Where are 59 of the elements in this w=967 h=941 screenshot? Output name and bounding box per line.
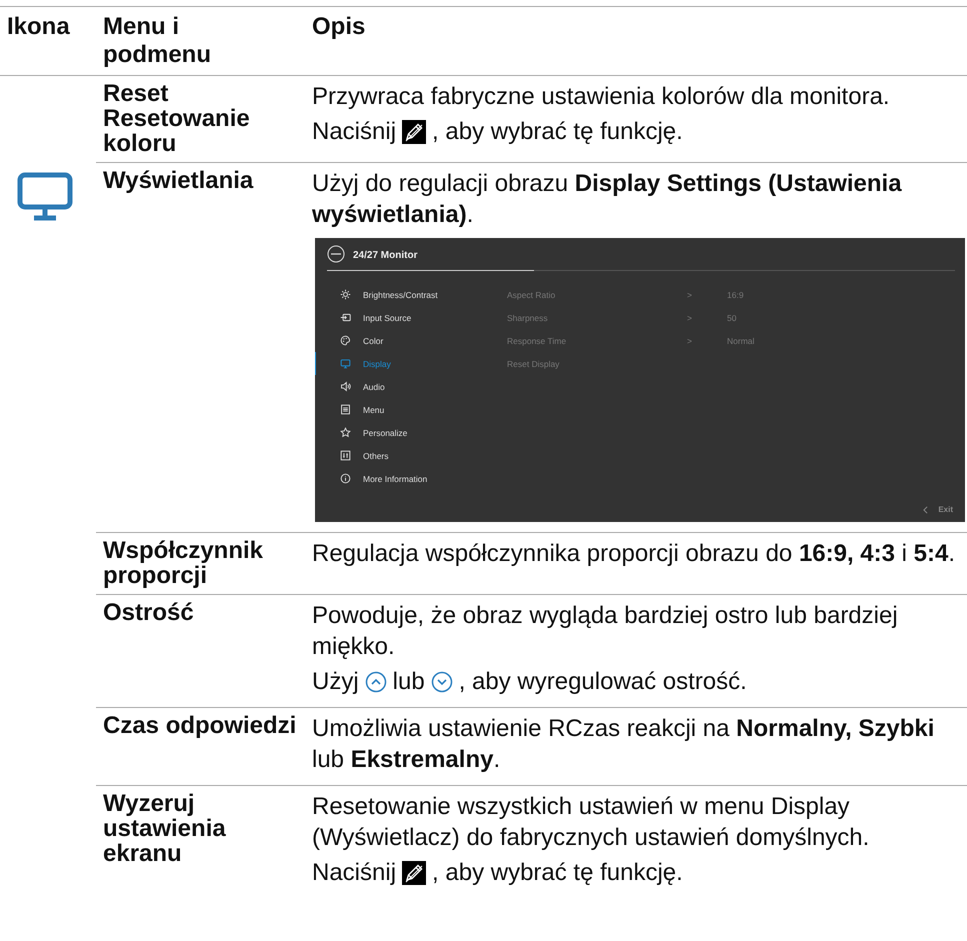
osd-menu-item[interactable]: Others xyxy=(315,444,507,467)
description: Regulacja współczynnika proporcji obrazu do 16:9, 4:3 i 5:4. xyxy=(312,539,956,569)
setting-value: 50 xyxy=(727,312,736,322)
setting-label: Sharpness xyxy=(507,312,549,322)
palette-icon xyxy=(340,335,351,346)
description: Powoduje, że obraz wygląda bardziej ostro lub bardziej miękko. xyxy=(312,601,899,662)
osd-menu-item[interactable]: Audio xyxy=(315,375,507,398)
exit-button[interactable]: Exit xyxy=(938,505,953,514)
osd-title: 24/27 Monitor xyxy=(353,250,418,260)
osd-menu-item[interactable]: Display xyxy=(315,352,507,375)
instruction-text: , aby wyregulować ostrość. xyxy=(458,667,747,697)
column-header: Opis xyxy=(312,13,366,41)
menu-name: Reset Resetowanie koloru xyxy=(103,81,251,156)
monitor-icon xyxy=(17,172,73,222)
menu-name: Ostrość xyxy=(103,600,195,625)
menu-name: Wyświetlania xyxy=(103,168,254,193)
chevron-up-icon xyxy=(364,670,387,692)
description: Umożliwia ustawienie RCzas reakcji na Normalny, Szybki lub Ekstremalny. xyxy=(312,714,936,775)
chevron-right-icon: > xyxy=(687,312,727,322)
column-header: Menu i podmenu xyxy=(102,13,212,69)
menu-name: Czas odpowiedzi xyxy=(103,713,298,738)
osd-menu-item[interactable]: Menu xyxy=(315,398,507,421)
speaker-icon xyxy=(340,381,351,392)
menu-name: Współczynnik proporcji xyxy=(103,538,264,588)
sliders-icon xyxy=(340,450,351,461)
instruction-text: , aby wybrać tę funkcję. xyxy=(432,117,683,147)
osd-menu-item[interactable]: More Information xyxy=(315,467,507,490)
setting-value: Normal xyxy=(727,336,754,346)
logo-icon xyxy=(327,245,345,265)
setting-label: Reset Display xyxy=(507,358,560,368)
setting-label: Aspect Ratio xyxy=(507,290,556,300)
star-icon xyxy=(340,427,351,438)
sun-icon xyxy=(340,289,351,300)
chevron-right-icon: > xyxy=(687,290,727,300)
menu-name: Wyzeruj ustawienia ekranu xyxy=(103,791,227,866)
instruction-text: Naciśnij xyxy=(312,858,396,888)
input-icon xyxy=(340,312,351,323)
monitor-icon xyxy=(340,358,351,369)
description: Przywraca fabryczne ustawienia kolorów dla monitora. xyxy=(312,82,891,112)
pencil-icon xyxy=(402,860,426,884)
column-header: Ikona xyxy=(6,13,71,41)
description: Użyj do regulacji obrazu Display Settings (Ustawienia wyświetlania). xyxy=(312,169,903,230)
description: Resetowanie wszystkich ustawień w menu Display (Wyświetlacz) do fabrycznych ustawień domyślnych. xyxy=(312,792,870,853)
instruction-text: , aby wybrać tę funkcję. xyxy=(432,858,683,888)
instruction-text: Naciśnij xyxy=(312,117,396,147)
chevron-down-icon xyxy=(430,670,453,692)
osd-menu-item[interactable]: Color xyxy=(315,329,507,352)
osd-menu-item[interactable]: Input Source xyxy=(315,306,507,329)
instruction-text: Użyj xyxy=(312,667,359,697)
setting-value: 16:9 xyxy=(727,290,744,300)
info-icon xyxy=(340,473,351,484)
osd-menu-item[interactable]: Brightness/Contrast xyxy=(315,283,507,306)
chevron-left-icon xyxy=(923,506,928,514)
instruction-text: lub xyxy=(392,667,425,697)
setting-label: Response Time xyxy=(507,336,568,346)
chevron-right-icon: > xyxy=(687,336,727,346)
osd-menu-item[interactable]: Personalize xyxy=(315,421,507,444)
list-icon xyxy=(340,404,351,415)
pencil-icon xyxy=(402,120,426,144)
